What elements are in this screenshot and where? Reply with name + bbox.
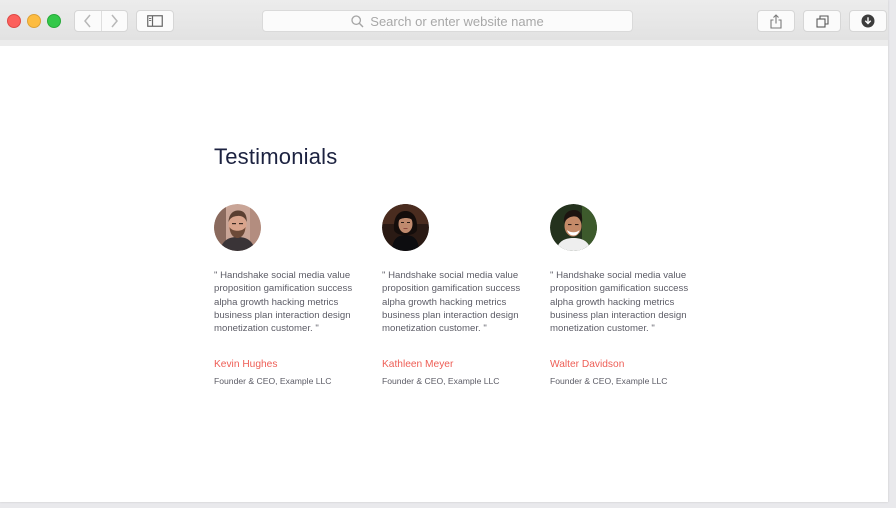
- zoom-window-button[interactable]: [47, 14, 61, 28]
- testimonial-quote: " Handshake social media value propositi…: [550, 270, 689, 335]
- close-window-button[interactable]: [7, 14, 21, 28]
- share-button[interactable]: [757, 10, 795, 32]
- browser-window: Search or enter website name Testimonial…: [0, 0, 888, 502]
- address-bar[interactable]: Search or enter website name: [262, 10, 633, 32]
- testimonial-quote: " Handshake social media value propositi…: [382, 270, 521, 335]
- download-icon: [861, 14, 875, 28]
- sidebar-button[interactable]: [136, 10, 174, 32]
- testimonial-quote: " Handshake social media value propositi…: [214, 270, 353, 335]
- avatar: [214, 204, 261, 251]
- testimonial-role: Founder & CEO, Example LLC: [214, 376, 332, 386]
- downloads-button[interactable]: [849, 10, 887, 32]
- browser-toolbar: Search or enter website name: [0, 0, 888, 41]
- testimonial-name: Walter Davidson: [550, 359, 625, 370]
- navigation-buttons: [74, 10, 128, 32]
- testimonial-name: Kathleen Meyer: [382, 359, 454, 370]
- sidebar-icon: [147, 15, 163, 27]
- back-icon: [83, 14, 91, 28]
- testimonial-card: " Handshake social media value propositi…: [382, 204, 532, 386]
- testimonial-card: " Handshake social media value propositi…: [550, 204, 700, 386]
- avatar: [382, 204, 429, 251]
- page-content: Testimonials " Handshake social media va…: [0, 46, 888, 502]
- testimonial-name: Kevin Hughes: [214, 359, 278, 370]
- back-button[interactable]: [75, 11, 101, 31]
- testimonial-card: " Handshake social media value propositi…: [214, 204, 364, 386]
- forward-icon: [111, 14, 119, 28]
- testimonial-role: Founder & CEO, Example LLC: [382, 376, 500, 386]
- tabs-button[interactable]: [803, 10, 841, 32]
- tabs-icon: [815, 14, 829, 28]
- address-placeholder: Search or enter website name: [370, 13, 544, 29]
- avatar: [550, 204, 597, 251]
- forward-button[interactable]: [100, 11, 128, 31]
- search-icon: [351, 14, 364, 27]
- minimize-window-button[interactable]: [27, 14, 41, 28]
- share-icon: [770, 13, 782, 29]
- testimonial-role: Founder & CEO, Example LLC: [550, 376, 668, 386]
- page-title: Testimonials: [214, 144, 338, 169]
